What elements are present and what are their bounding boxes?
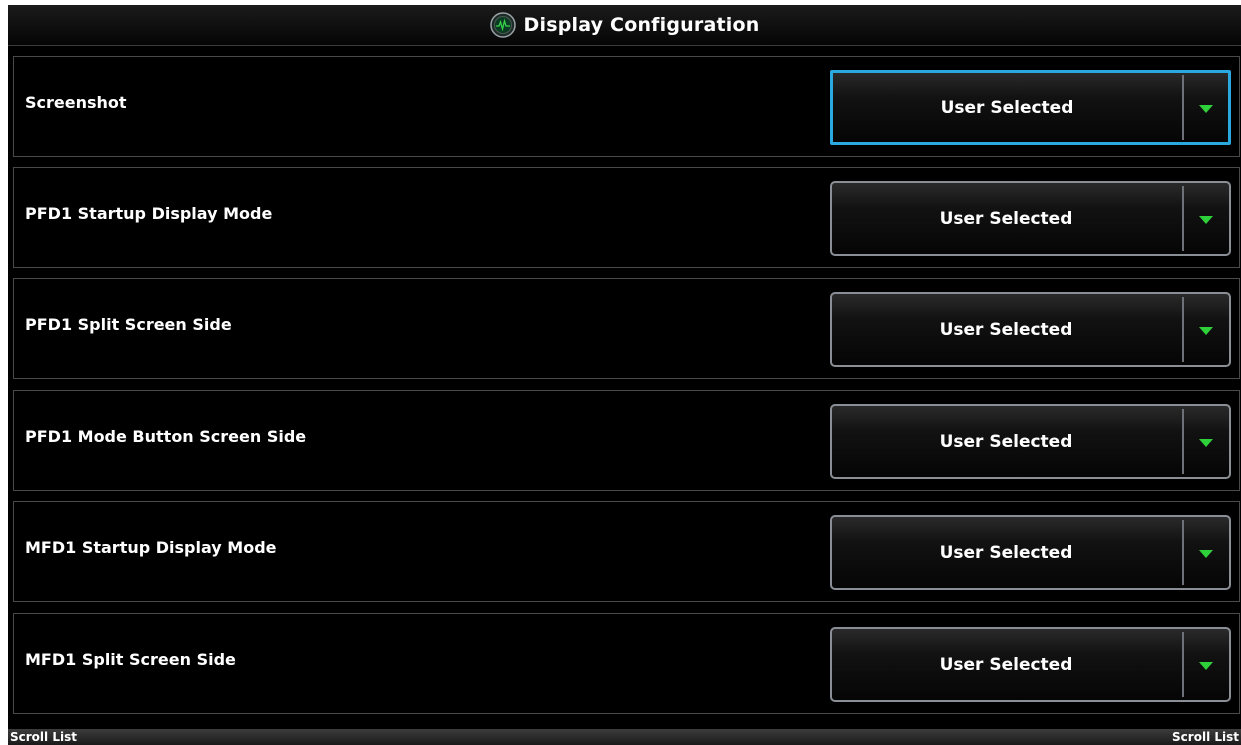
setting-label: Screenshot xyxy=(25,93,127,112)
dropdown-value: User Selected xyxy=(939,655,1073,675)
chevron-down-icon xyxy=(1199,439,1213,447)
mfd1-split-screen-side-dropdown[interactable]: User Selected xyxy=(830,627,1231,702)
dropdown-value: User Selected xyxy=(940,98,1074,118)
setting-label: MFD1 Split Screen Side xyxy=(25,650,236,669)
dropdown-divider xyxy=(1182,75,1184,140)
dropdown-divider xyxy=(1182,520,1184,585)
setting-row-mfd1-startup-display-mode: MFD1 Startup Display Mode User Selected xyxy=(13,501,1240,602)
pfd1-mode-button-screen-side-dropdown[interactable]: User Selected xyxy=(830,404,1231,479)
chevron-down-icon xyxy=(1199,216,1213,224)
softkey-bar: Scroll List Scroll List xyxy=(8,729,1241,745)
chevron-down-icon xyxy=(1199,105,1213,113)
pfd1-startup-display-mode-dropdown[interactable]: User Selected xyxy=(830,181,1231,256)
display-configuration-screen: Display Configuration Screenshot User Se… xyxy=(8,5,1241,745)
chevron-down-icon xyxy=(1199,327,1213,335)
setting-label: PFD1 Split Screen Side xyxy=(25,315,232,334)
setting-row-pfd1-startup-display-mode: PFD1 Startup Display Mode User Selected xyxy=(13,167,1240,268)
setting-row-mfd1-split-screen-side: MFD1 Split Screen Side User Selected xyxy=(13,613,1240,714)
chevron-down-icon xyxy=(1199,550,1213,558)
dropdown-value: User Selected xyxy=(939,320,1073,340)
scroll-list-right-softkey[interactable]: Scroll List xyxy=(1172,730,1239,744)
dropdown-value: User Selected xyxy=(939,543,1073,563)
dropdown-divider xyxy=(1182,409,1184,474)
title-bar: Display Configuration xyxy=(8,5,1241,46)
dropdown-divider xyxy=(1182,297,1184,362)
mfd1-startup-display-mode-dropdown[interactable]: User Selected xyxy=(830,515,1231,590)
dropdown-value: User Selected xyxy=(939,432,1073,452)
setting-row-pfd1-mode-button-screen-side: PFD1 Mode Button Screen Side User Select… xyxy=(13,390,1240,491)
screenshot-dropdown[interactable]: User Selected xyxy=(830,70,1231,145)
display-configuration-icon xyxy=(489,12,516,38)
pfd1-split-screen-side-dropdown[interactable]: User Selected xyxy=(830,292,1231,367)
scroll-list-left-softkey[interactable]: Scroll List xyxy=(10,730,77,744)
setting-label: MFD1 Startup Display Mode xyxy=(25,538,277,557)
setting-row-screenshot: Screenshot User Selected xyxy=(13,56,1240,157)
setting-label: PFD1 Startup Display Mode xyxy=(25,204,273,223)
dropdown-divider xyxy=(1182,632,1184,697)
setting-label: PFD1 Mode Button Screen Side xyxy=(25,427,307,446)
setting-row-pfd1-split-screen-side: PFD1 Split Screen Side User Selected xyxy=(13,278,1240,379)
dropdown-value: User Selected xyxy=(939,209,1073,229)
chevron-down-icon xyxy=(1199,662,1213,670)
dropdown-divider xyxy=(1182,186,1184,251)
page-title: Display Configuration xyxy=(523,14,760,36)
